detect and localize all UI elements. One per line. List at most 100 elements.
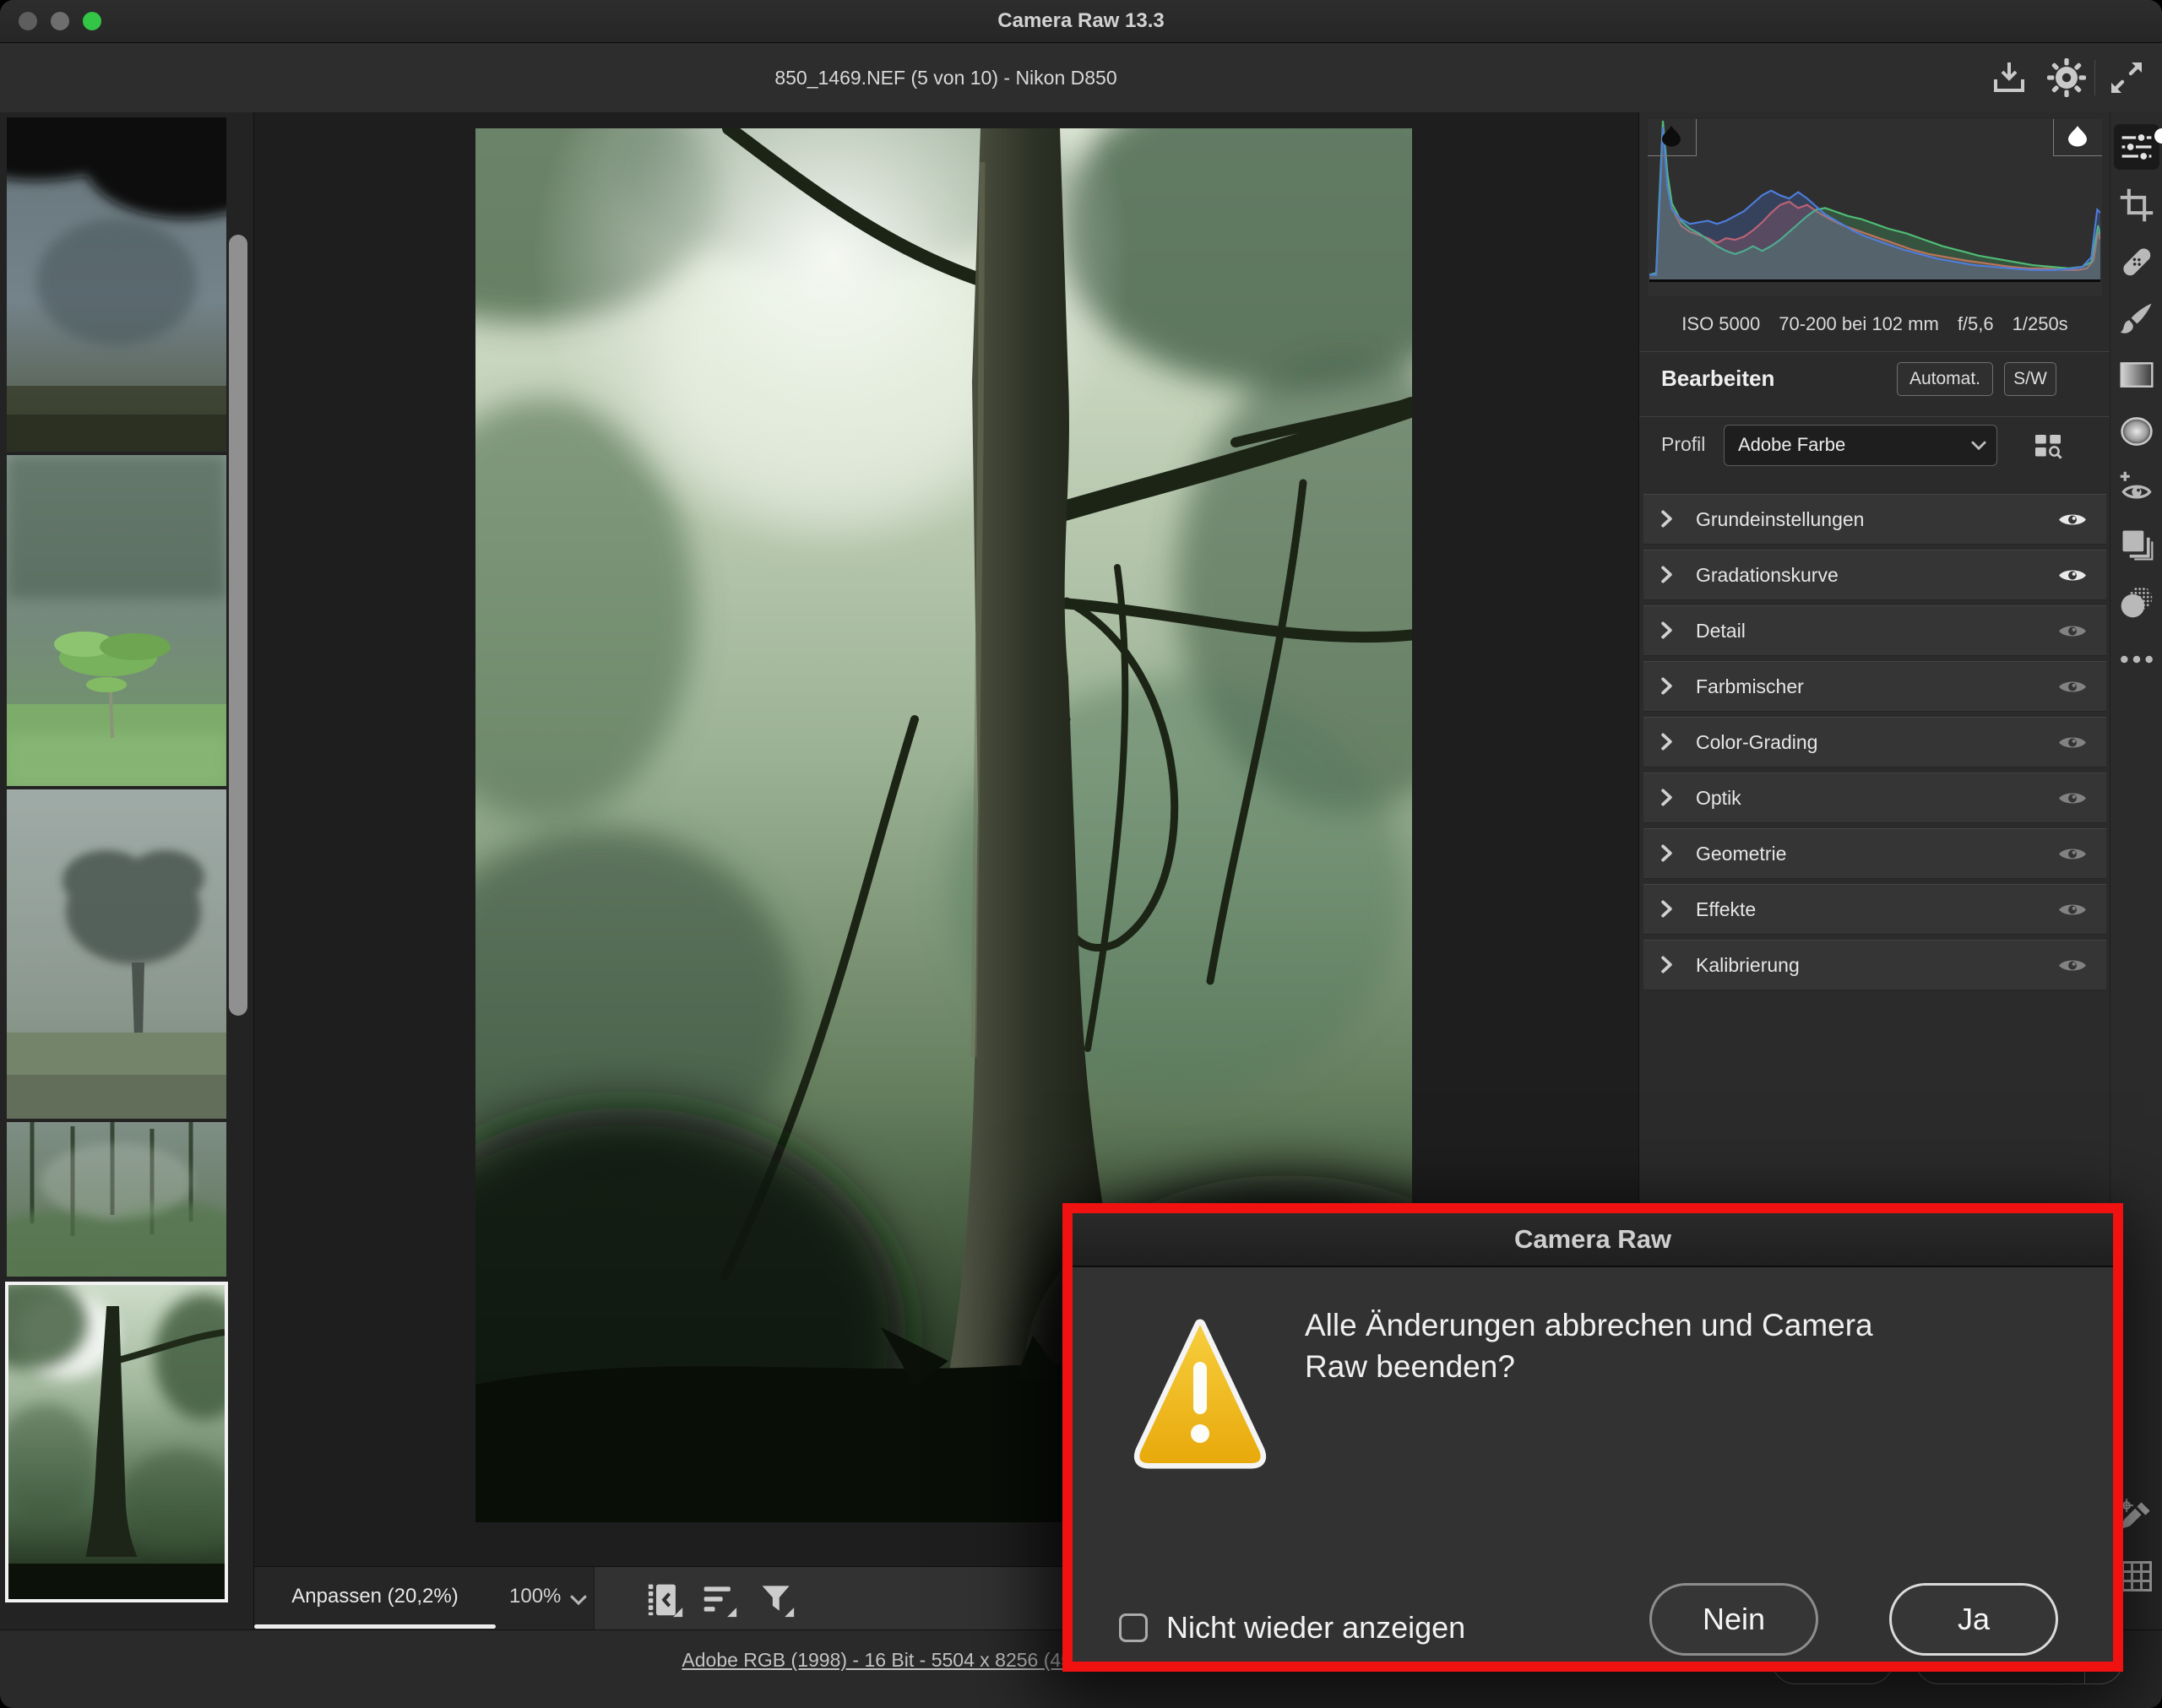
dont-show-again-checkbox[interactable] (1119, 1613, 1148, 1642)
dialog-no-button[interactable]: Nein (1649, 1583, 1818, 1656)
zoom-level-select[interactable]: 100% (499, 1567, 594, 1630)
panel-visibility-toggle[interactable] (2057, 844, 2088, 864)
grid-overlay-button[interactable] (2118, 1558, 2155, 1595)
chevron-right-icon (1660, 509, 1673, 529)
panel-visibility-toggle[interactable] (2057, 956, 2088, 975)
sliders-icon (2118, 128, 2155, 165)
more-tools-button[interactable] (2118, 641, 2155, 678)
panel-color-grading[interactable]: Color-Grading (1643, 717, 2106, 767)
radial-gradient-tool-button[interactable] (2118, 413, 2155, 450)
shadow-clipping-toggle[interactable] (1648, 119, 1697, 156)
zoom-level-value: 100% (509, 1585, 561, 1608)
thumbnail-4[interactable] (7, 1122, 226, 1277)
exif-info: ISO 500070-200 bei 102 mmf/5,61/250s (1639, 313, 2110, 335)
panel-farbmischer[interactable]: Farbmischer (1643, 661, 2106, 712)
chevron-right-icon (1660, 899, 1673, 919)
red-eye-tool-button[interactable] (2118, 469, 2155, 507)
dont-show-again-option[interactable]: Nicht wieder anzeigen (1119, 1610, 1465, 1646)
filter-button[interactable] (758, 1581, 796, 1618)
dialog-yes-button[interactable]: Ja (1889, 1583, 2058, 1656)
chevron-right-icon (1660, 788, 1673, 807)
panel-geometrie[interactable]: Geometrie (1643, 828, 2106, 879)
panel-visibility-toggle[interactable] (2057, 677, 2088, 697)
panel-kalibrierung[interactable]: Kalibrierung (1643, 940, 2106, 990)
thumbnail-2[interactable] (7, 455, 226, 786)
panel-optik[interactable]: Optik (1643, 773, 2106, 823)
color-sampler-button[interactable] (2118, 1497, 2155, 1534)
chevron-right-icon (1660, 732, 1673, 751)
panel-detail[interactable]: Detail (1643, 605, 2106, 656)
dont-show-again-label: Nicht wieder anzeigen (1166, 1610, 1465, 1646)
filter-icon (758, 1581, 796, 1618)
panel-visibility-toggle[interactable] (2057, 900, 2088, 919)
linear-gradient-tool-button[interactable] (2118, 356, 2155, 393)
title-bar: Camera Raw 13.3 (0, 0, 2162, 43)
window-title: Camera Raw 13.3 (0, 0, 2162, 42)
black-white-button[interactable]: S/W (2004, 362, 2056, 396)
panel-visibility-toggle[interactable] (2057, 733, 2088, 752)
panel-label: Effekte (1696, 885, 1756, 934)
save-image-button[interactable] (1989, 57, 2029, 98)
eye-icon (2057, 733, 2088, 752)
healing-tool-button[interactable] (2118, 243, 2155, 280)
histogram[interactable] (1648, 119, 2102, 296)
brush-tool-button[interactable] (2118, 300, 2155, 337)
exif-lens: 70-200 bei 102 mm (1779, 313, 1939, 334)
panel-effekte[interactable]: Effekte (1643, 884, 2106, 935)
exif-shutter: 1/250s (2013, 313, 2068, 334)
crop-tool-button[interactable] (2118, 187, 2155, 224)
exif-aperture: f/5,6 (1958, 313, 1994, 334)
fit-view-label: Anpassen (20,2%) (291, 1585, 458, 1608)
dialog-title-bar[interactable]: Camera Raw (1073, 1213, 2113, 1267)
presets-button[interactable] (2118, 583, 2155, 621)
filmstrip-scrollbar[interactable] (229, 235, 247, 1016)
fullscreen-button[interactable] (2106, 57, 2147, 98)
histogram-plot (1649, 121, 2100, 279)
panel-gradationskurve[interactable]: Gradationskurve (1643, 550, 2106, 600)
linear-gradient-icon (2118, 356, 2155, 393)
chevron-right-icon (1660, 676, 1673, 696)
panel-grundeinstellungen[interactable]: Grundeinstellungen (1643, 494, 2106, 545)
panel-label: Optik (1696, 773, 1741, 822)
preferences-button[interactable] (2046, 57, 2087, 98)
thumbnail-5[interactable] (5, 1282, 228, 1602)
document-title: 850_1469.NEF (5 von 10) - Nikon D850 (253, 43, 1638, 112)
dialog-message-line: Alle Änderungen abbrechen und Camera (1305, 1304, 2048, 1346)
eye-icon (2057, 789, 2088, 808)
camera-raw-window: Camera Raw 13.3 850_1469.NEF (5 von 10) … (0, 0, 2162, 1708)
profile-row: Profil Adobe Farbe (1639, 423, 2110, 474)
highlight-clipping-icon (2066, 125, 2089, 147)
dialog-message-line: Raw beenden? (1305, 1346, 2048, 1387)
download-icon (1989, 57, 2029, 98)
eye-icon (2057, 956, 2088, 975)
thumbnail-3[interactable] (7, 789, 226, 1119)
profile-browser-button[interactable] (2033, 430, 2063, 460)
thumbnail-image (7, 789, 226, 1119)
panel-label: Color-Grading (1696, 718, 1817, 767)
panel-label: Geometrie (1696, 829, 1786, 878)
eye-icon (2057, 844, 2088, 864)
panel-visibility-toggle[interactable] (2057, 621, 2088, 641)
snapshots-icon (2118, 526, 2155, 563)
snapshots-button[interactable] (2118, 526, 2155, 563)
presets-icon (2118, 583, 2155, 621)
sort-order-button[interactable] (701, 1581, 738, 1618)
filmstrip-toggle-button[interactable] (647, 1581, 684, 1618)
eye-icon (2057, 900, 2088, 919)
toolbar-divider (2094, 60, 2095, 95)
eye-icon (2057, 566, 2088, 585)
divider (1639, 351, 2110, 352)
highlight-clipping-toggle[interactable] (2053, 119, 2102, 156)
panel-visibility-toggle[interactable] (2057, 566, 2088, 585)
panel-visibility-toggle[interactable] (2057, 789, 2088, 808)
thumbnail-1[interactable] (7, 117, 226, 452)
fit-view-tab[interactable]: Anpassen (20,2%) (254, 1567, 496, 1630)
profile-select[interactable]: Adobe Farbe (1724, 425, 1997, 466)
edit-section-title: Bearbeiten (1661, 366, 1774, 392)
panel-label: Kalibrierung (1696, 941, 1800, 990)
chevron-down-icon (1971, 441, 1986, 451)
chevron-right-icon (1660, 621, 1673, 640)
panel-visibility-toggle[interactable] (2057, 510, 2088, 529)
auto-adjust-button[interactable]: Automat. (1897, 362, 1993, 396)
edit-tool-button[interactable] (2118, 128, 2155, 165)
